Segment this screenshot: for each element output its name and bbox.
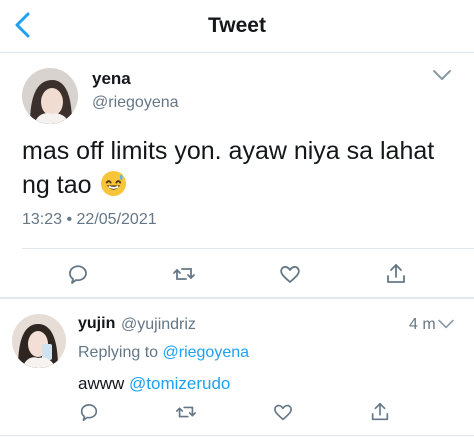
divider <box>0 435 474 436</box>
reply-text-body: awww <box>78 374 130 393</box>
mention-link[interactable]: @tomizerudo <box>129 374 230 393</box>
page-title: Tweet <box>208 14 266 37</box>
replying-to-link[interactable]: @riegoyena <box>163 344 250 361</box>
replying-to-prefix: Replying to <box>78 344 163 361</box>
share-icon[interactable] <box>384 262 408 286</box>
replying-to: Replying to @riegoyena <box>78 344 249 362</box>
reply-text: awww @tomizerudo <box>78 374 230 394</box>
tweet-text: mas off limits yon. ayaw niya sa lahat n… <box>22 134 462 202</box>
tweet-text-body: mas off limits yon. ayaw niya sa lahat n… <box>22 137 435 199</box>
like-icon[interactable] <box>272 401 294 423</box>
retweet-icon[interactable] <box>175 401 197 423</box>
reply-author-handle[interactable]: @yujindriz <box>121 316 196 334</box>
chevron-down-icon[interactable] <box>437 318 455 330</box>
reply-time: 4 m <box>409 316 436 333</box>
chevron-down-icon[interactable] <box>432 68 452 82</box>
grinning-sweat-emoji-icon <box>101 170 127 197</box>
share-icon[interactable] <box>369 401 391 423</box>
divider <box>0 297 474 299</box>
avatar[interactable] <box>12 314 66 368</box>
like-icon[interactable] <box>278 262 302 286</box>
tweet-timestamp[interactable]: 13:23 • 22/05/2021 <box>22 211 157 229</box>
reply-icon[interactable] <box>66 262 90 286</box>
reply-author-name[interactable]: yujin <box>78 315 115 333</box>
retweet-icon[interactable] <box>172 262 196 286</box>
reply-icon[interactable] <box>78 401 100 423</box>
author-name[interactable]: yena <box>92 69 131 89</box>
divider <box>22 248 474 249</box>
author-handle[interactable]: @riegoyena <box>92 94 179 112</box>
avatar[interactable] <box>22 68 78 124</box>
